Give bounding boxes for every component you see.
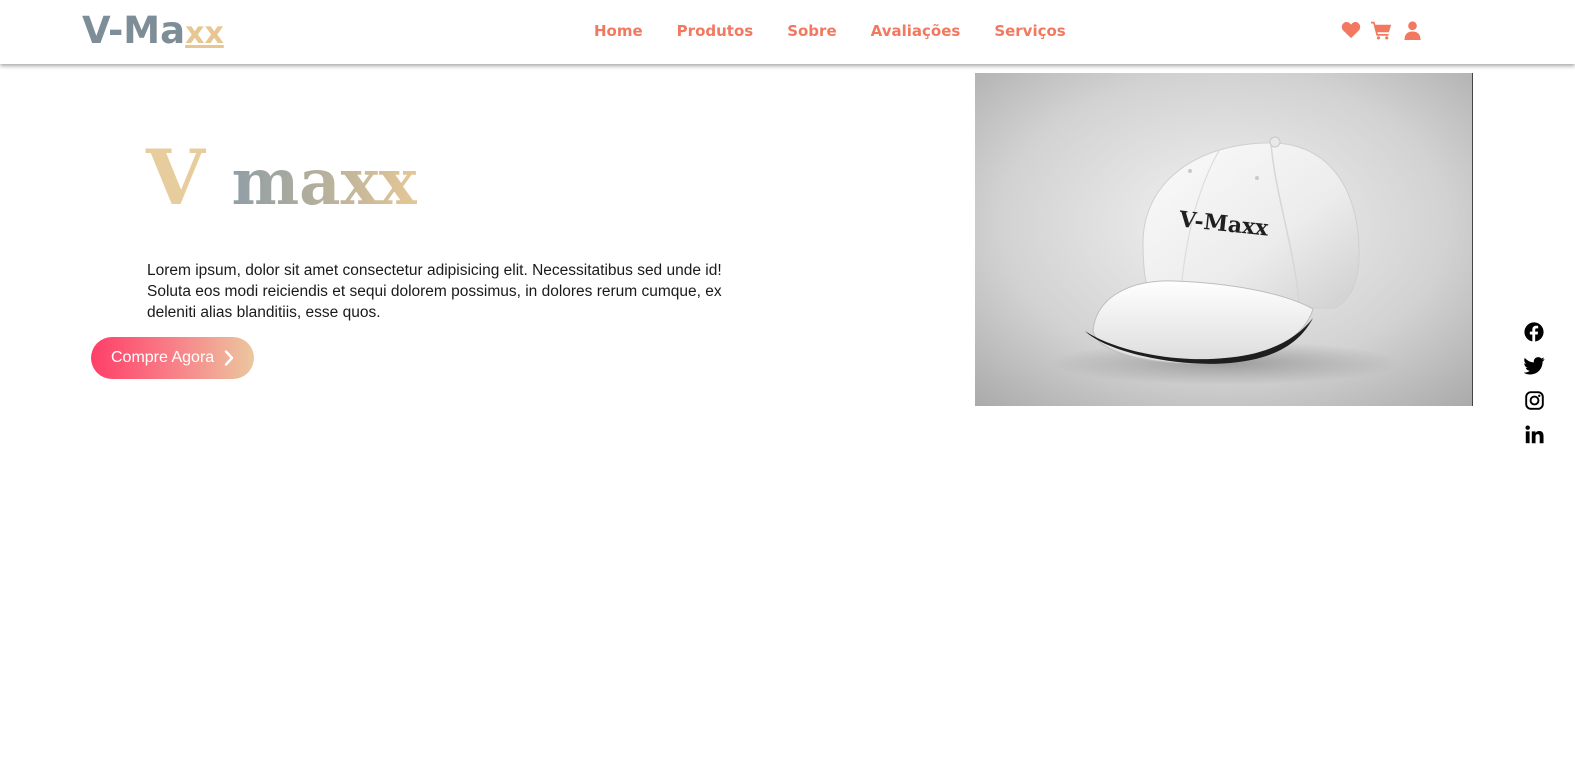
- buy-now-button[interactable]: Compre Agora: [91, 337, 254, 379]
- social-links: [1523, 321, 1545, 445]
- product-image-cap: V-Maxx: [975, 73, 1473, 406]
- nav-avaliacoes[interactable]: Avaliações: [871, 20, 961, 42]
- chevron-right-icon: [224, 350, 234, 366]
- buy-now-label: Compre Agora: [111, 349, 215, 366]
- nav-sobre[interactable]: Sobre: [787, 20, 836, 42]
- nav-home[interactable]: Home: [594, 20, 643, 42]
- header-icons: [1340, 19, 1423, 41]
- linkedin-icon[interactable]: [1523, 423, 1545, 445]
- hero-description: Lorem ipsum, dolor sit amet consectetur …: [147, 262, 722, 321]
- heart-icon[interactable]: [1340, 19, 1361, 41]
- hero-title-v: V: [146, 133, 205, 222]
- logo[interactable]: V-Maxx: [82, 9, 224, 56]
- top-header: V-Maxx Home Produtos Sobre Avaliações Se…: [0, 0, 1575, 64]
- user-icon[interactable]: [1402, 19, 1423, 41]
- nav-produtos[interactable]: Produtos: [677, 20, 754, 42]
- hero-title: V maxx: [146, 128, 417, 233]
- nav-servicos[interactable]: Serviços: [994, 20, 1065, 42]
- main-nav: Home Produtos Sobre Avaliações Serviços: [594, 20, 1100, 42]
- logo-accent: xx: [185, 16, 224, 51]
- twitter-icon[interactable]: [1523, 355, 1545, 377]
- page: V-Maxx Home Produtos Sobre Avaliações Se…: [0, 0, 1575, 766]
- logo-main: V-Ma: [82, 9, 186, 52]
- cart-icon[interactable]: [1371, 19, 1392, 41]
- instagram-icon[interactable]: [1523, 389, 1545, 411]
- facebook-icon[interactable]: [1523, 321, 1545, 343]
- hero-title-rest: maxx: [231, 145, 417, 220]
